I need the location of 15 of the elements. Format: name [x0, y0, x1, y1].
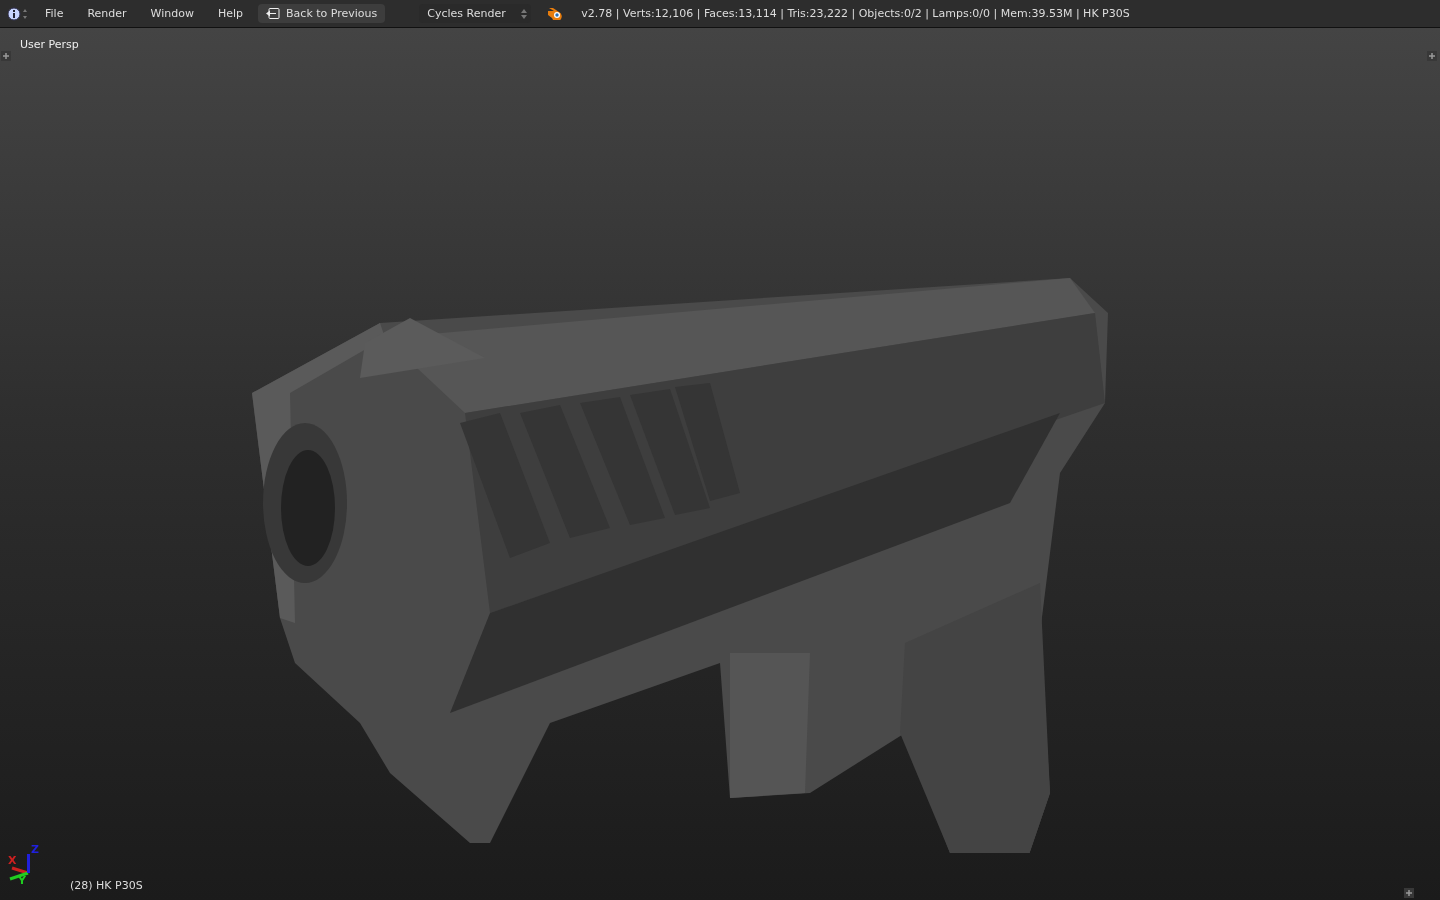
plus-icon[interactable] [1427, 51, 1437, 61]
logo-icon [547, 7, 564, 20]
scene-statistics: v2.78 | Verts:12,106 | Faces:13,114 | Tris:23,222 | Objects:0/2 | Lamps:0/0 | Mem:39.53M | HK P30S [581, 7, 1130, 20]
menu-item[interactable]: Window [141, 4, 203, 23]
back-to-previous-button[interactable]: Back to Previous [258, 4, 386, 23]
info-icon[interactable] [8, 6, 30, 21]
menu-item[interactable]: File [36, 4, 73, 23]
menu-item[interactable]: Help [208, 4, 253, 23]
plus-icon[interactable] [1, 51, 11, 61]
render-engine-dropdown[interactable]: Cycles Render [419, 4, 532, 23]
up-down-arrows-icon [521, 7, 528, 20]
view-name: User Persp [20, 38, 79, 51]
active-object-label: (28) HK P30S [70, 879, 143, 892]
plus-icon[interactable] [1404, 888, 1414, 898]
menu-item[interactable]: Render [78, 4, 136, 23]
